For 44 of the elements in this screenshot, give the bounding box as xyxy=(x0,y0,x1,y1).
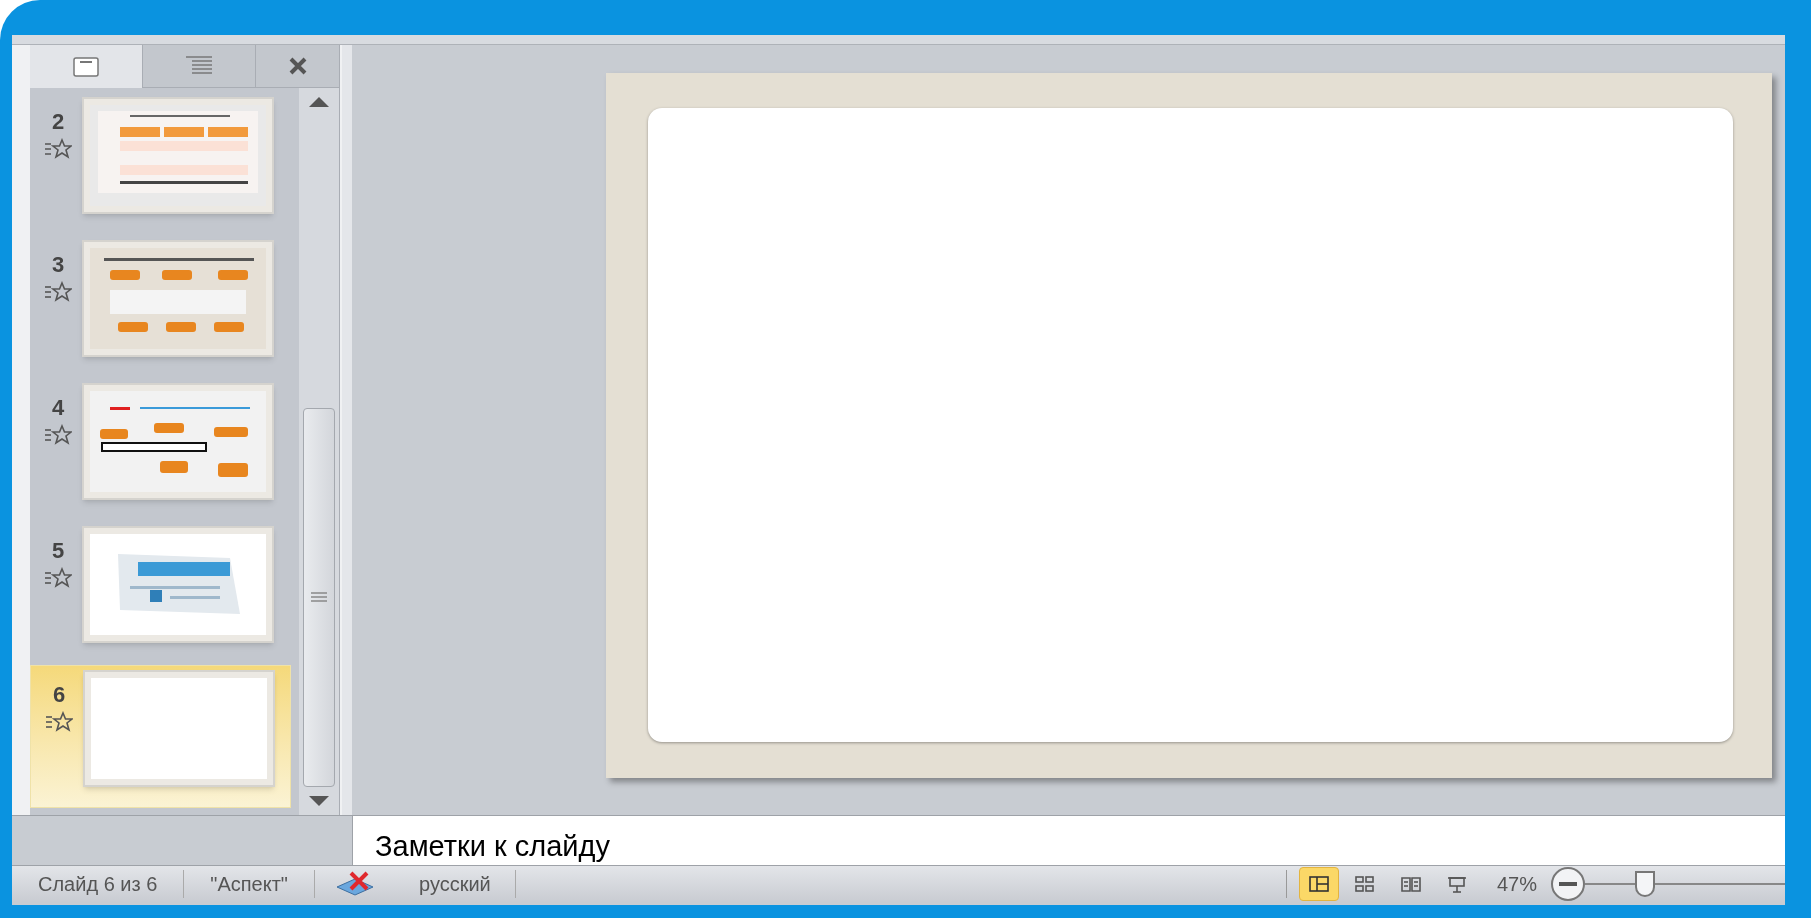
animation-star-icon xyxy=(44,138,72,160)
normal-view-icon xyxy=(1307,875,1330,893)
notes-field[interactable]: Заметки к слайду xyxy=(352,816,1785,865)
animation-star-icon xyxy=(44,567,72,589)
projector-screen-icon xyxy=(1445,875,1468,893)
slide-counter: Слайд 6 из 6 xyxy=(37,872,159,897)
slide-thumbnail[interactable] xyxy=(82,526,274,643)
scroll-up-arrow-icon xyxy=(308,96,330,108)
zoom-slider[interactable] xyxy=(1585,870,1785,898)
outline-icon xyxy=(184,56,214,76)
panel-tab[interactable] xyxy=(30,45,143,88)
scroll-thumb[interactable] xyxy=(303,408,335,787)
view-button[interactable] xyxy=(1298,867,1339,901)
slide-row[interactable]: 4 xyxy=(30,379,291,522)
slide-thumbnail[interactable] xyxy=(82,240,274,357)
slide-thumbnail[interactable] xyxy=(82,383,274,500)
scrollbar[interactable] xyxy=(299,88,339,815)
close-button[interactable] xyxy=(256,45,339,88)
language-label[interactable]: русский xyxy=(395,869,515,899)
slide-number: 3 xyxy=(51,251,65,279)
slide-thumbnail[interactable] xyxy=(83,670,275,787)
close-icon xyxy=(287,56,308,76)
book-icon xyxy=(1399,875,1422,893)
animation-star-icon xyxy=(44,424,72,446)
slide-row[interactable]: 5 xyxy=(30,522,291,665)
slide-number: 2 xyxy=(51,108,65,136)
minus-icon xyxy=(1559,882,1577,886)
slide-row[interactable]: 6 xyxy=(30,665,291,808)
zoom-out-button[interactable] xyxy=(1551,867,1585,901)
slide-number: 4 xyxy=(51,394,65,422)
slide-row[interactable]: 3 xyxy=(30,236,291,379)
slide-number: 5 xyxy=(51,537,65,565)
scroll-down-arrow-icon xyxy=(308,795,330,807)
slide-number: 6 xyxy=(52,681,66,709)
theme-name[interactable]: "Аспект" xyxy=(184,869,314,899)
animation-star-icon xyxy=(44,281,72,303)
grip-icon xyxy=(310,590,328,605)
slide-icon xyxy=(73,56,99,77)
grid-icon xyxy=(1353,875,1376,893)
zoom-slider-thumb[interactable] xyxy=(1635,871,1655,897)
zoom-level[interactable]: 47% xyxy=(1482,869,1551,899)
slide-thumbnail[interactable] xyxy=(82,97,274,214)
animation-star-icon xyxy=(45,711,73,733)
slide-row[interactable]: 2 xyxy=(30,93,291,236)
